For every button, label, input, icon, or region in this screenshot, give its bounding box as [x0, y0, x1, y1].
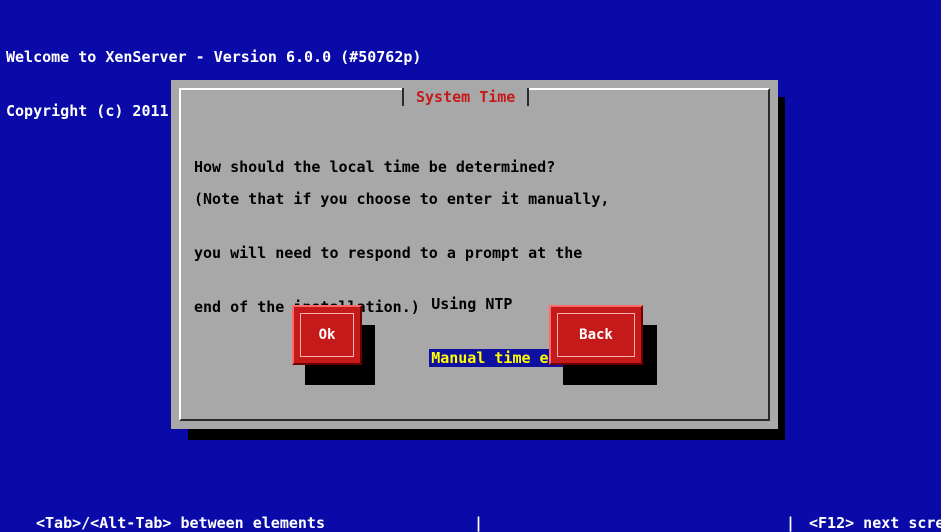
- note-line-1: (Note that if you choose to enter it man…: [194, 190, 610, 208]
- ok-button-label: Ok: [300, 313, 354, 357]
- help-footer: <Tab>/<Alt-Tab> between elements | | <F1…: [0, 514, 941, 532]
- back-button[interactable]: Back: [549, 305, 643, 365]
- system-time-dialog: System Time How should the local time be…: [171, 80, 778, 429]
- back-button-label: Back: [557, 313, 635, 357]
- footer-tab-hint: <Tab>/<Alt-Tab> between elements: [36, 514, 325, 532]
- footer-separator-right: |: [786, 514, 796, 532]
- footer-f12-hint: <F12> next screen: [809, 514, 941, 532]
- dialog-title: System Time: [402, 88, 530, 106]
- ok-button[interactable]: Ok: [292, 305, 362, 365]
- footer-separator-left: |: [474, 514, 484, 532]
- welcome-title: Welcome to XenServer - Version 6.0.0 (#5…: [6, 48, 422, 66]
- option-using-ntp[interactable]: Using NTP: [429, 295, 514, 313]
